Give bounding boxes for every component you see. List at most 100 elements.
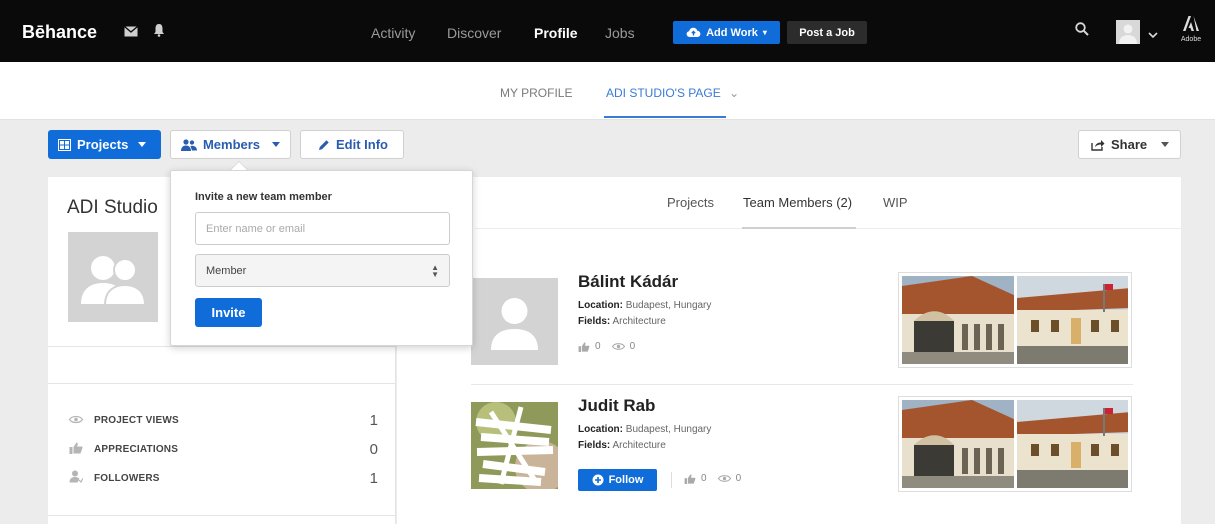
follow-button[interactable]: Follow — [578, 469, 657, 491]
stat-value: 1 — [369, 469, 378, 487]
view-count: 0 — [629, 341, 636, 352]
tab-projects[interactable]: Projects — [667, 195, 714, 210]
profile-subnav: MY PROFILE ADI STUDIO'S PAGE ⌄ — [0, 62, 1215, 120]
member-role-select[interactable]: Member ▲ ▼ — [195, 254, 450, 287]
users-icon — [181, 138, 197, 151]
stat-project-views: PROJECT VIEWS 1 — [68, 411, 378, 429]
stat-label: PROJECT VIEWS — [94, 414, 179, 426]
pencil-icon — [319, 139, 329, 150]
plus-circle-icon — [592, 474, 604, 486]
tab-my-profile[interactable]: MY PROFILE — [500, 86, 572, 100]
search-icon[interactable] — [1075, 22, 1089, 41]
chevron-down-icon: ⌄ — [729, 86, 740, 100]
tab-wip[interactable]: WIP — [883, 195, 908, 210]
fields-label: Fields: — [578, 316, 611, 327]
thumbs-up-icon — [578, 341, 590, 352]
projects-button[interactable]: Projects — [48, 130, 161, 159]
share-label: Share — [1111, 137, 1148, 152]
eye-icon — [68, 413, 84, 427]
location-value: Budapest, Hungary — [625, 300, 712, 311]
adobe-mark-icon — [1178, 16, 1204, 35]
grid-icon — [58, 138, 71, 151]
member-name[interactable]: Bálint Kádár — [578, 272, 678, 292]
location-label: Location: — [578, 300, 623, 311]
member-fields: Fields: Architecture — [578, 440, 666, 451]
divider — [48, 515, 396, 516]
caret-down-icon — [138, 142, 147, 147]
nav-profile[interactable]: Profile — [534, 25, 578, 41]
project-thumbnail[interactable] — [1016, 400, 1128, 488]
member-avatar[interactable] — [471, 402, 558, 489]
nav-jobs[interactable]: Jobs — [605, 25, 635, 41]
member-stats: 0 0 — [578, 341, 635, 352]
behance-logo[interactable]: Bēhance — [22, 22, 97, 43]
chevron-down-icon[interactable] — [1148, 26, 1158, 44]
project-thumbnail[interactable] — [902, 400, 1014, 488]
fields-value: Architecture — [612, 316, 666, 327]
team-members-panel: Projects Team Members (2) WIP Bálint Kád… — [397, 177, 1181, 524]
member-stats: 0 0 — [684, 473, 741, 484]
fields-value: Architecture — [612, 440, 666, 451]
select-arrows-icon: ▲ ▼ — [431, 263, 439, 279]
bell-icon[interactable] — [153, 23, 165, 40]
mail-icon[interactable] — [124, 25, 138, 40]
active-tab-indicator — [742, 227, 856, 229]
invite-name-email-input[interactable] — [195, 212, 450, 245]
selected-role: Member — [206, 264, 247, 277]
cloud-upload-icon — [686, 27, 701, 37]
user-avatar[interactable] — [1116, 20, 1140, 44]
invite-member-popover: Invite a new team member Member ▲▼ Invit… — [170, 170, 473, 346]
divider — [48, 346, 396, 347]
member-project-thumbnails — [898, 396, 1132, 492]
chevron-down-icon: ▾ — [762, 28, 767, 37]
view-count: 0 — [735, 473, 742, 484]
stat-value: 1 — [369, 411, 378, 429]
adobe-label: Adobe — [1180, 36, 1202, 43]
fields-label: Fields: — [578, 440, 611, 451]
post-job-button[interactable]: Post a Job — [787, 21, 867, 44]
member-divider — [471, 384, 1133, 385]
popover-title: Invite a new team member — [195, 191, 332, 203]
location-value: Budapest, Hungary — [625, 424, 712, 435]
caret-down-icon — [1161, 142, 1170, 147]
studio-avatar — [68, 232, 158, 322]
divider — [48, 383, 396, 384]
member-name[interactable]: Judit Rab — [578, 396, 655, 416]
stat-appreciations: APPRECIATIONS 0 — [68, 440, 378, 458]
tab-studio-page[interactable]: ADI STUDIO'S PAGE ⌄ — [606, 86, 739, 100]
follow-label: Follow — [608, 474, 644, 486]
invite-button[interactable]: Invite — [195, 298, 262, 327]
nav-discover[interactable]: Discover — [447, 25, 501, 41]
popover-arrow — [231, 162, 247, 170]
adobe-logo[interactable]: Adobe — [1178, 16, 1204, 44]
edit-info-button[interactable]: Edit Info — [300, 130, 404, 159]
stat-followers: FOLLOWERS 1 — [68, 469, 378, 487]
project-thumbnail[interactable] — [1016, 276, 1128, 364]
project-thumbnail[interactable] — [902, 276, 1014, 364]
stat-label: FOLLOWERS — [94, 472, 160, 484]
projects-label: Projects — [77, 137, 129, 152]
divider — [671, 472, 672, 488]
share-button[interactable]: Share — [1078, 130, 1181, 159]
tab-studio-page-label: ADI STUDIO'S PAGE — [606, 86, 721, 100]
eye-icon — [717, 475, 731, 482]
active-tab-indicator — [604, 116, 726, 118]
appreciation-count: 0 — [595, 341, 601, 352]
member-fields: Fields: Architecture — [578, 316, 666, 327]
tab-team-members[interactable]: Team Members (2) — [743, 195, 852, 210]
stat-value: 0 — [369, 440, 378, 458]
caret-down-icon — [272, 142, 280, 147]
member-location: Location: Budapest, Hungary — [578, 300, 711, 311]
members-label: Members — [202, 137, 261, 152]
follower-icon — [68, 470, 84, 486]
members-button[interactable]: Members — [170, 130, 291, 159]
eye-icon — [611, 343, 625, 350]
member-avatar[interactable] — [471, 278, 558, 365]
nav-activity[interactable]: Activity — [371, 25, 415, 41]
add-work-button[interactable]: Add Work ▾ — [673, 21, 780, 44]
stat-label: APPRECIATIONS — [94, 443, 179, 455]
top-bar: Bēhance Activity Discover Profile Jobs A… — [0, 0, 1215, 62]
thumbs-up-icon — [68, 442, 84, 457]
add-work-label: Add Work — [706, 26, 758, 39]
thumbs-up-icon — [684, 473, 696, 484]
